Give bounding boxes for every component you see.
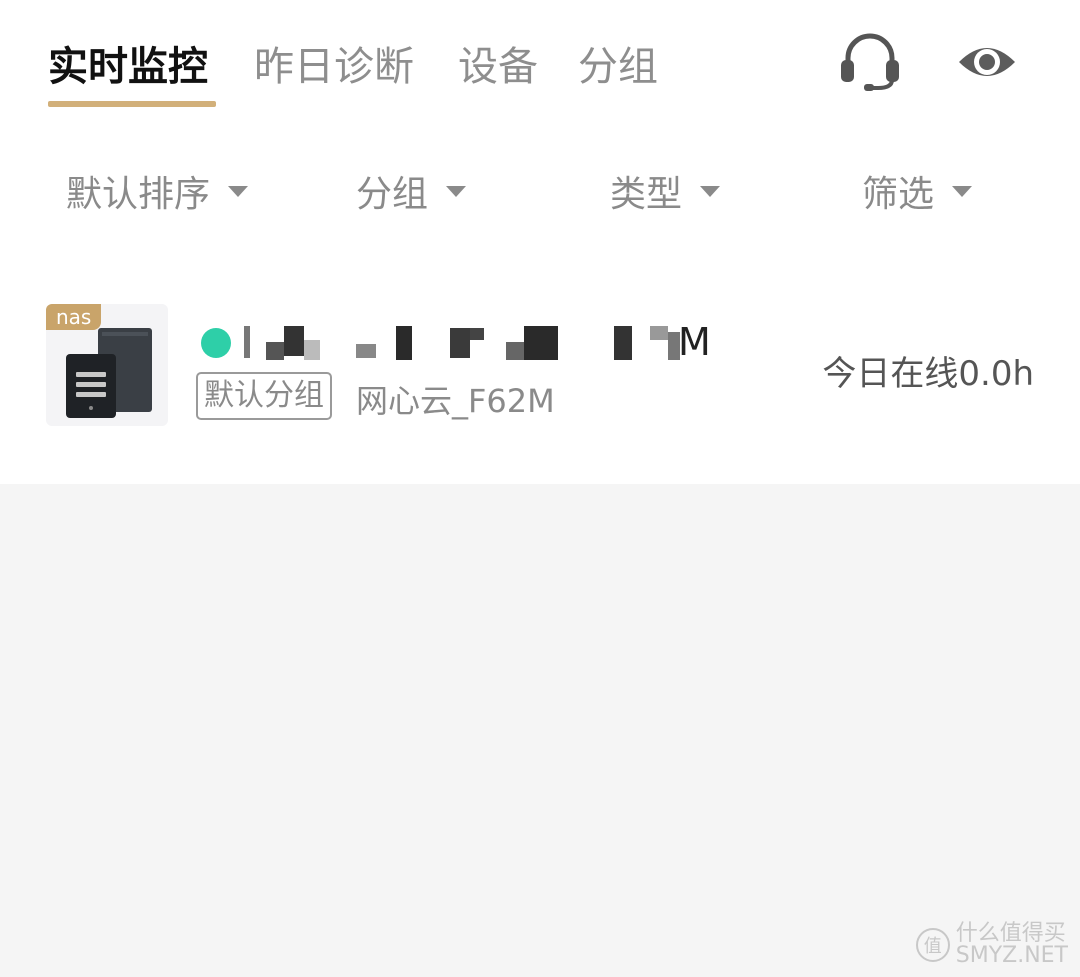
- device-thumbnail: nas: [46, 304, 168, 426]
- caret-down-icon: [228, 185, 249, 197]
- watermark-domain: SMYZ.NET: [955, 943, 1068, 968]
- type-dropdown[interactable]: 类型: [610, 165, 721, 217]
- active-tab-indicator: [48, 101, 216, 107]
- device-list-item[interactable]: nas M 默认分组 网心云_F62M 今日在线0.0h: [0, 280, 1080, 450]
- device-name-suffix: M: [678, 320, 711, 364]
- tab-groups[interactable]: 分组: [578, 34, 658, 92]
- online-status-dot: [201, 328, 231, 358]
- type-dropdown-label: 类型: [610, 174, 683, 215]
- group-dropdown[interactable]: 分组: [356, 165, 467, 217]
- sort-dropdown-label: 默认排序: [66, 174, 211, 215]
- tab-devices[interactable]: 设备: [458, 34, 538, 92]
- sort-dropdown[interactable]: 默认排序: [66, 165, 249, 217]
- top-panel: 实时监控 昨日诊断 设备 分组 默认排序 分组 类型 筛选 nas M 默认分组…: [0, 0, 1080, 484]
- online-time: 今日在线0.0h: [822, 354, 1034, 394]
- tab-yesterday-diagnosis[interactable]: 昨日诊断: [254, 34, 414, 92]
- watermark-title: 什么值得买: [955, 921, 1066, 946]
- filter-bar: 默认排序 分组 类型 筛选: [0, 150, 1080, 230]
- filter-dropdown-label: 筛选: [862, 174, 935, 215]
- filter-dropdown[interactable]: 筛选: [862, 165, 973, 217]
- headset-icon[interactable]: [838, 30, 902, 94]
- watermark: 值 什么值得买 SMYZ.NET: [915, 921, 1068, 968]
- watermark-logo: 值: [915, 928, 950, 962]
- group-tag: 默认分组: [196, 372, 332, 420]
- tab-realtime-monitor[interactable]: 实时监控: [48, 34, 208, 92]
- tab-bar: 实时监控 昨日诊断 设备 分组: [0, 0, 1080, 120]
- eye-icon[interactable]: [956, 36, 1018, 88]
- caret-down-icon: [952, 185, 973, 197]
- caret-down-icon: [700, 185, 721, 197]
- device-name-redacted: [244, 322, 704, 362]
- device-type-badge: nas: [46, 304, 102, 330]
- device-model: 网心云_F62M: [356, 382, 555, 420]
- caret-down-icon: [446, 185, 467, 197]
- group-dropdown-label: 分组: [356, 174, 429, 215]
